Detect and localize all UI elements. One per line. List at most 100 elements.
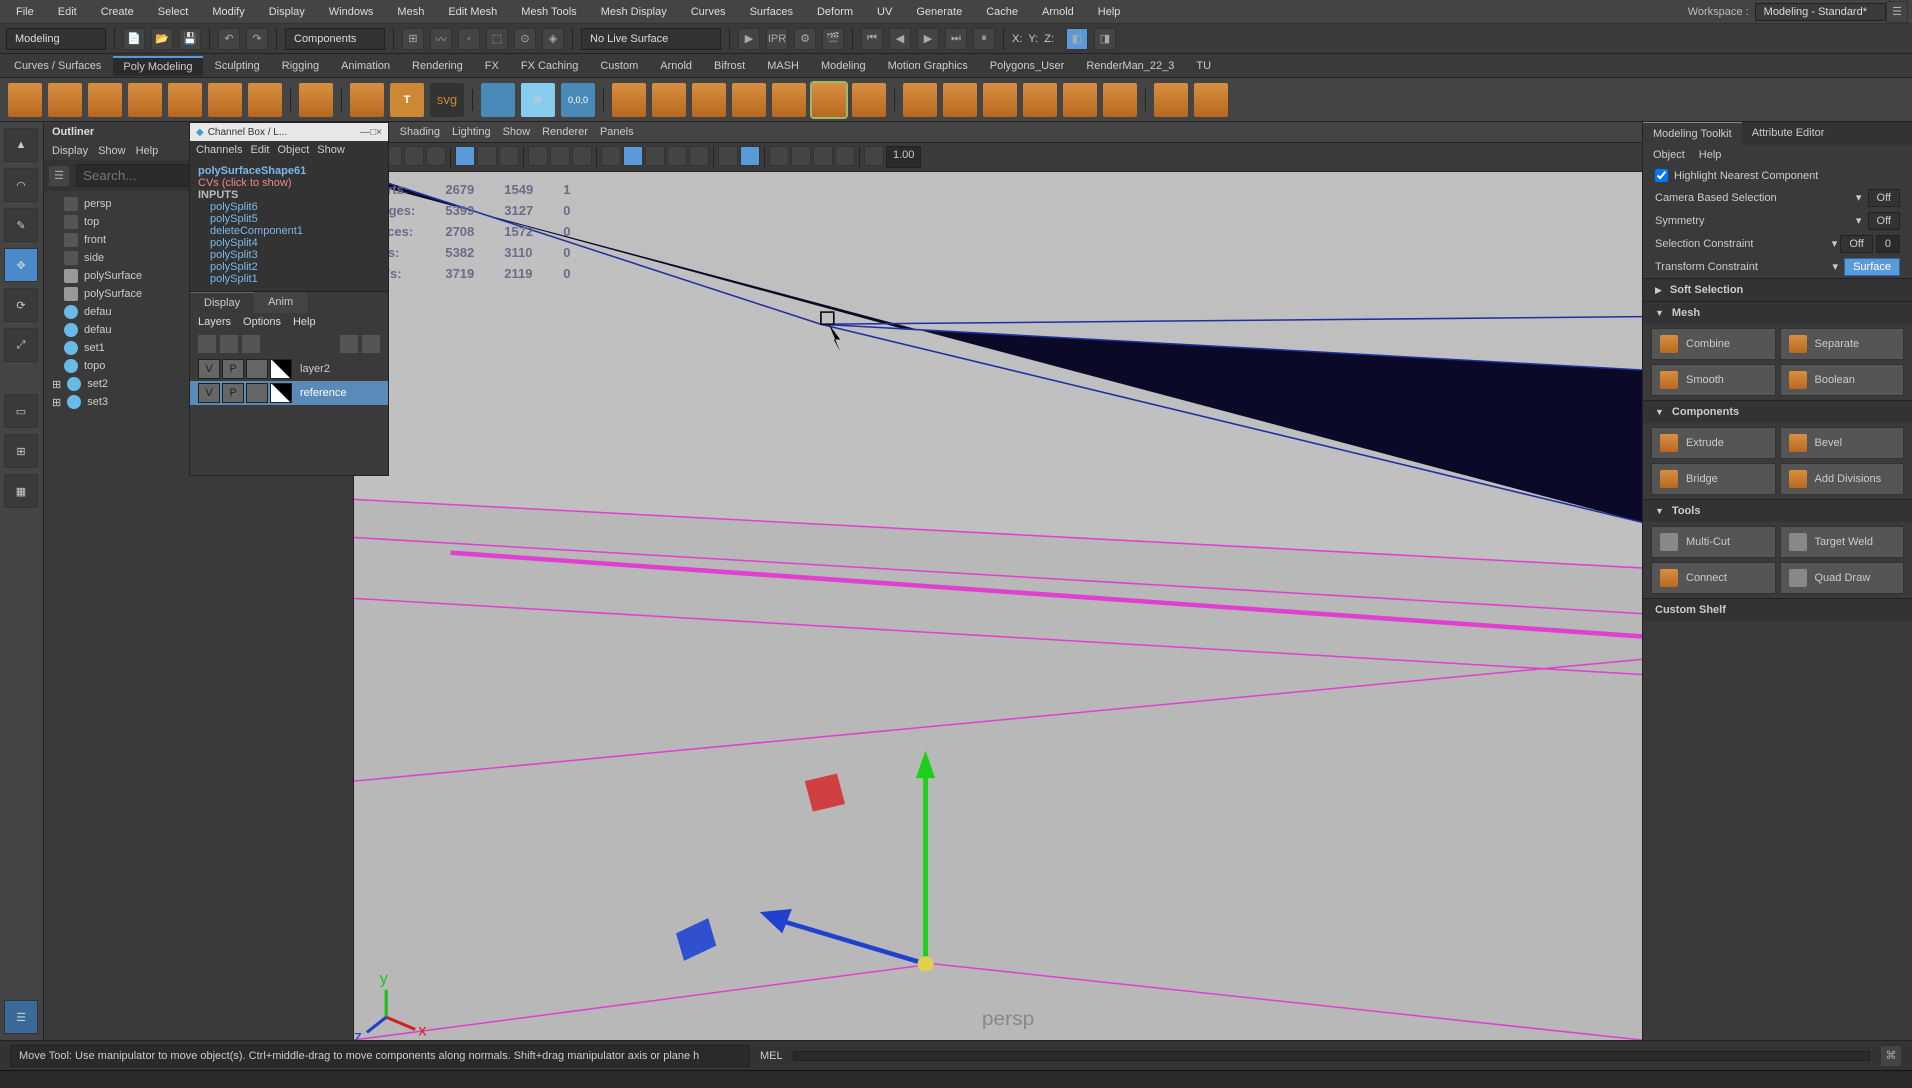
poly-sculpt-icon[interactable] — [350, 83, 384, 117]
pause-icon[interactable]: ⏸ — [973, 28, 995, 50]
components-header[interactable]: Components — [1672, 406, 1739, 418]
shelf-tab-sculpt[interactable]: Sculpting — [205, 57, 270, 75]
move-tool[interactable]: ✥ — [4, 248, 38, 282]
minimize-icon[interactable]: — — [360, 127, 370, 138]
menu-mesh[interactable]: Mesh — [385, 6, 436, 18]
connect-button[interactable]: Connect — [1651, 562, 1776, 594]
vp-exposure-value[interactable]: 1.00 — [886, 146, 921, 168]
scale-tool[interactable]: ⤢ — [4, 328, 38, 362]
layer-type-toggle[interactable] — [246, 359, 268, 379]
extrude-icon[interactable] — [983, 83, 1017, 117]
channel-box-panel[interactable]: ◆Channel Box / L... —□× Channels Edit Ob… — [189, 122, 389, 476]
combine-button[interactable]: Combine — [1651, 328, 1776, 360]
quad-draw-icon[interactable] — [1194, 83, 1228, 117]
shelf-tab-arnold[interactable]: Arnold — [650, 57, 702, 75]
bridge-button[interactable]: Bridge — [1651, 463, 1776, 495]
layer-up-icon[interactable] — [220, 335, 238, 353]
vp-textured-icon[interactable] — [645, 146, 665, 166]
lasso-tool[interactable]: ◠ — [4, 168, 38, 202]
menu-select[interactable]: Select — [146, 6, 201, 18]
vp-lights-icon[interactable] — [667, 146, 687, 166]
shelf-tab-fxcache[interactable]: FX Caching — [511, 57, 588, 75]
bevel-icon[interactable] — [903, 83, 937, 117]
smooth-button[interactable]: Smooth — [1651, 364, 1776, 396]
layer-vis-toggle[interactable]: V — [198, 359, 220, 379]
separate-icon[interactable] — [652, 83, 686, 117]
open-scene-icon[interactable]: 📂 — [151, 28, 173, 50]
script-editor-icon[interactable]: ⌘ — [1880, 1045, 1902, 1067]
menu-deform[interactable]: Deform — [805, 6, 865, 18]
cb-menu-show[interactable]: Show — [317, 144, 345, 156]
merge-icon[interactable] — [1023, 83, 1057, 117]
custom-shelf-header[interactable]: Custom Shelf — [1655, 604, 1726, 616]
bevel-button[interactable]: Bevel — [1780, 427, 1905, 459]
render-icon[interactable]: ▶ — [738, 28, 760, 50]
quad-draw-button[interactable]: Quad Draw — [1780, 562, 1905, 594]
bridge-icon[interactable] — [943, 83, 977, 117]
freeze-icon[interactable]: ❄ — [521, 83, 555, 117]
vp-menu-renderer[interactable]: Renderer — [542, 126, 588, 138]
vp-menu-panels[interactable]: Panels — [600, 126, 634, 138]
cb-node[interactable]: polySplit6 — [198, 201, 380, 213]
reset-xform-icon[interactable]: 0,0,0 — [561, 83, 595, 117]
poly-sphere-icon[interactable] — [8, 83, 42, 117]
cb-cvs[interactable]: CVs (click to show) — [198, 177, 380, 189]
menu-edit[interactable]: Edit — [46, 6, 89, 18]
mt-menu-object[interactable]: Object — [1653, 149, 1685, 161]
menu-modify[interactable]: Modify — [200, 6, 256, 18]
layer-menu-options[interactable]: Options — [243, 316, 281, 328]
layer-type-toggle[interactable] — [246, 383, 268, 403]
layer-play-toggle[interactable]: P — [222, 359, 244, 379]
poly-torus-icon[interactable] — [168, 83, 202, 117]
outliner-menu-show[interactable]: Show — [98, 145, 126, 157]
selection-mode-dropdown[interactable]: Components — [285, 28, 385, 50]
shelf-tab-poly[interactable]: Poly Modeling — [113, 56, 202, 76]
layer-name[interactable]: layer2 — [294, 363, 330, 375]
command-input[interactable] — [793, 1051, 1870, 1061]
vp-isolate-icon[interactable] — [718, 146, 738, 166]
vp-2d-icon[interactable] — [426, 146, 446, 166]
redo-icon[interactable]: ↷ — [246, 28, 268, 50]
shelf-tab-mash[interactable]: MASH — [757, 57, 809, 75]
layer-color-swatch[interactable] — [270, 383, 292, 403]
workspace-dropdown[interactable]: Modeling - Standard* — [1755, 3, 1886, 21]
attr-editor-toggle-icon[interactable]: ◨ — [1094, 28, 1116, 50]
poly-svg-icon[interactable]: svg — [430, 83, 464, 117]
play-fwd-icon[interactable]: ▶ — [917, 28, 939, 50]
menu-windows[interactable]: Windows — [317, 6, 386, 18]
undo-icon[interactable]: ↶ — [218, 28, 240, 50]
menu-cache[interactable]: Cache — [974, 6, 1030, 18]
snap-grid-icon[interactable]: ⊞ — [402, 28, 424, 50]
vp-exposure-icon[interactable] — [864, 146, 884, 166]
paint-select-tool[interactable]: ✎ — [4, 208, 38, 242]
mt-menu-help[interactable]: Help — [1699, 149, 1722, 161]
mt-cam-dd[interactable]: Off — [1868, 189, 1900, 207]
shelf-tab-rigging[interactable]: Rigging — [272, 57, 329, 75]
vp-motion-blur-icon[interactable] — [791, 146, 811, 166]
multicut-button[interactable]: Multi-Cut — [1651, 526, 1776, 558]
tools-header[interactable]: Tools — [1672, 505, 1701, 517]
combine-icon[interactable] — [612, 83, 646, 117]
menu-editmesh[interactable]: Edit Mesh — [436, 6, 509, 18]
outliner-menu-help[interactable]: Help — [136, 145, 159, 157]
shelf-tab-polyuser[interactable]: Polygons_User — [980, 57, 1075, 75]
mesh-header[interactable]: Mesh — [1672, 307, 1700, 319]
cb-menu-channels[interactable]: Channels — [196, 144, 242, 156]
snap-curve-icon[interactable]: 〰 — [430, 28, 452, 50]
vp-wireframe-icon[interactable] — [601, 146, 621, 166]
outliner-toggle-icon[interactable]: ☰ — [4, 1000, 38, 1034]
layer-tab-display[interactable]: Display — [190, 292, 254, 313]
separate-button[interactable]: Separate — [1780, 328, 1905, 360]
play-back-icon[interactable]: ◀ — [889, 28, 911, 50]
vp-aa-icon[interactable] — [835, 146, 855, 166]
cb-node[interactable]: polySplit2 — [198, 261, 380, 273]
menu-create[interactable]: Create — [89, 6, 146, 18]
layer-empty-icon[interactable] — [362, 335, 380, 353]
smooth-icon[interactable] — [772, 83, 806, 117]
vp-menu-lighting[interactable]: Lighting — [452, 126, 491, 138]
live-surface-dropdown[interactable]: No Live Surface — [581, 28, 721, 50]
vp-grid-icon[interactable] — [455, 146, 475, 166]
multicut-icon[interactable] — [1103, 83, 1137, 117]
layer-tab-anim[interactable]: Anim — [254, 292, 307, 313]
layer-add-icon[interactable] — [340, 335, 358, 353]
